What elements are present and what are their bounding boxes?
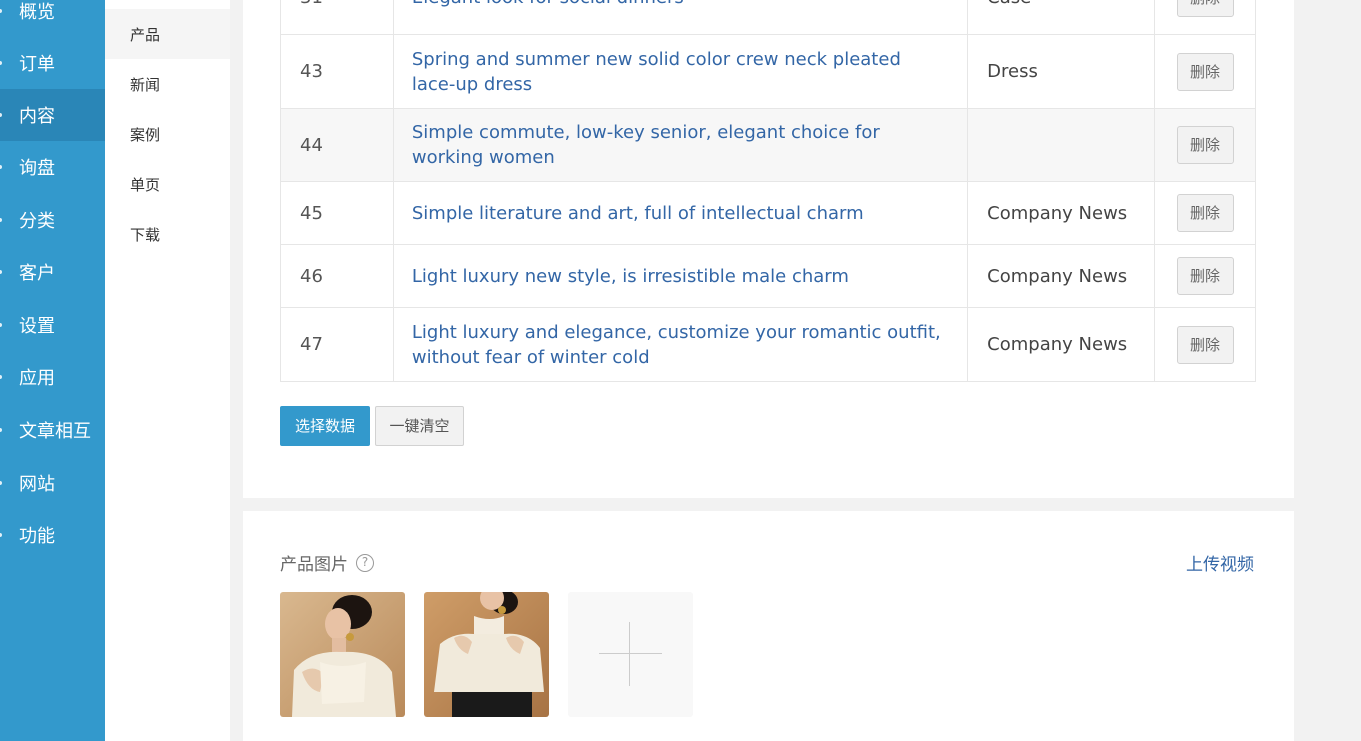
nav-item-label: 功能	[19, 526, 55, 547]
bullet-icon	[0, 218, 2, 222]
nav-item-label: 分类	[19, 211, 55, 232]
row-category: Company News	[967, 307, 1156, 382]
select-data-button[interactable]: 选择数据	[280, 406, 370, 446]
table-row: 46 Light luxury new style, is irresistib…	[280, 244, 1256, 308]
product-thumbnail[interactable]	[424, 592, 549, 717]
nav-item-orders[interactable]: 订单	[0, 37, 105, 89]
bullet-icon	[0, 270, 2, 274]
bullet-icon	[0, 428, 2, 432]
row-category: Company News	[967, 244, 1156, 308]
related-content-table: 31 Elegant look for social dinners Case …	[280, 0, 1256, 382]
table-row: 31 Elegant look for social dinners Case …	[280, 0, 1256, 35]
subnav-item-news[interactable]: 新闻	[105, 59, 230, 109]
row-title-link[interactable]: Simple literature and art, full of intel…	[412, 203, 864, 224]
product-images-label: 产品图片	[280, 555, 348, 575]
delete-button[interactable]: 删除	[1176, 0, 1234, 17]
nav-item-label: 网站	[19, 474, 55, 495]
product-photo-icon	[280, 592, 405, 717]
nav-item-label: 设置	[19, 316, 55, 337]
row-title-link[interactable]: Light luxury and elegance, customize you…	[412, 322, 941, 368]
help-icon[interactable]: ?	[356, 553, 374, 572]
nav-item-label: 概览	[19, 2, 55, 23]
primary-nav: 概览 订单 内容 询盘 分类 客户 设置 应用 文章相互 网站 功能	[0, 0, 105, 741]
delete-button[interactable]: 删除	[1176, 52, 1234, 91]
product-photo-icon	[424, 592, 549, 717]
plus-icon	[599, 653, 662, 654]
nav-item-overview[interactable]: 概览	[0, 0, 105, 37]
subnav-item-downloads[interactable]: 下载	[105, 209, 230, 259]
bullet-icon	[0, 481, 2, 485]
row-title-link[interactable]: Elegant look for social dinners	[412, 0, 684, 8]
bullet-icon	[0, 375, 2, 379]
row-title-link[interactable]: Spring and summer new solid color crew n…	[412, 49, 901, 95]
row-id: 45	[280, 181, 394, 245]
clear-all-button[interactable]: 一键清空	[375, 406, 464, 446]
table-row: 43 Spring and summer new solid color cre…	[280, 34, 1256, 109]
bullet-icon	[0, 323, 2, 327]
bullet-icon	[0, 165, 2, 169]
delete-button[interactable]: 删除	[1176, 325, 1234, 364]
product-thumbnail[interactable]	[280, 592, 405, 717]
subnav-item-cases[interactable]: 案例	[105, 109, 230, 159]
product-images-label-row: 产品图片 ?	[280, 550, 374, 575]
bullet-icon	[0, 113, 2, 117]
nav-item-website[interactable]: 网站	[0, 457, 105, 509]
subnav-item-products[interactable]: 产品	[105, 9, 230, 59]
nav-item-label: 订单	[19, 54, 55, 75]
delete-button[interactable]: 删除	[1176, 194, 1234, 232]
subnav-item-single-page[interactable]: 单页	[105, 159, 230, 209]
row-id: 31	[280, 0, 394, 35]
nav-item-label: 文章相互	[19, 421, 91, 442]
row-id: 46	[280, 244, 394, 308]
nav-item-label: 内容	[19, 106, 55, 127]
plus-icon	[629, 622, 630, 686]
row-category: Company News	[967, 181, 1156, 245]
table-row: 47 Light luxury and elegance, customize …	[280, 307, 1256, 382]
nav-item-label: 应用	[19, 368, 55, 389]
add-image-button[interactable]	[568, 592, 693, 717]
nav-item-apps[interactable]: 应用	[0, 351, 105, 403]
bullet-icon	[0, 9, 2, 13]
delete-button[interactable]: 删除	[1176, 257, 1234, 295]
delete-button[interactable]: 删除	[1176, 126, 1234, 164]
row-category: Case	[967, 0, 1156, 35]
nav-item-inquiries[interactable]: 询盘	[0, 141, 105, 193]
nav-item-label: 询盘	[19, 158, 55, 179]
table-row: 45 Simple literature and art, full of in…	[280, 181, 1256, 245]
table-row: 44 Simple commute, low-key senior, elega…	[280, 108, 1256, 182]
nav-item-settings[interactable]: 设置	[0, 299, 105, 351]
row-title-link[interactable]: Simple commute, low-key senior, elegant …	[412, 122, 880, 168]
row-id: 47	[280, 307, 394, 382]
nav-item-categories[interactable]: 分类	[0, 194, 105, 246]
row-category	[967, 108, 1156, 182]
nav-item-content[interactable]: 内容	[0, 89, 105, 141]
bullet-icon	[0, 533, 2, 537]
row-title-link[interactable]: Light luxury new style, is irresistible …	[412, 266, 849, 287]
secondary-nav: 产品 新闻 案例 单页 下载	[105, 0, 230, 741]
bullet-icon	[0, 61, 2, 65]
nav-item-article-links[interactable]: 文章相互	[0, 404, 105, 456]
nav-item-customers[interactable]: 客户	[0, 246, 105, 298]
upload-video-link[interactable]: 上传视频	[1186, 550, 1254, 575]
nav-item-features[interactable]: 功能	[0, 509, 105, 561]
row-id: 44	[280, 108, 394, 182]
row-category: Dress	[967, 34, 1156, 109]
nav-item-label: 客户	[19, 263, 55, 284]
row-id: 43	[280, 34, 394, 109]
